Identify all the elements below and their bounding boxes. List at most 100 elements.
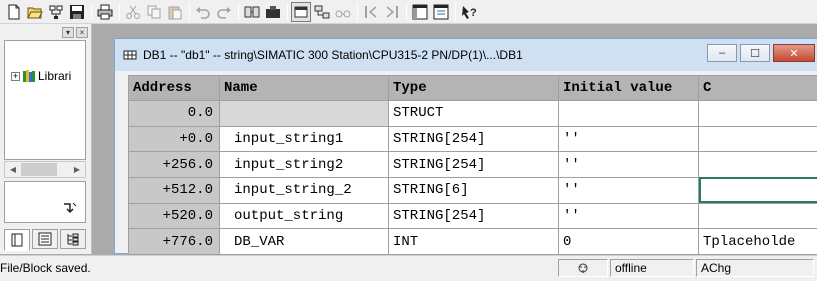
table-row[interactable]: +256.0 input_string2 STRING[254] '' — [128, 151, 817, 178]
comment-cell[interactable] — [698, 100, 817, 127]
column-header-address[interactable]: Address — [128, 75, 220, 101]
column-header-name[interactable]: Name — [219, 75, 389, 101]
initial-value-cell[interactable]: '' — [558, 125, 699, 153]
maximize-button[interactable]: ☐ — [740, 44, 770, 62]
panel-dropdown-icon[interactable]: ▾ — [62, 26, 74, 38]
type-cell[interactable]: STRING[6] — [388, 176, 559, 204]
paste-icon[interactable] — [165, 2, 185, 22]
plug-icon — [578, 263, 588, 273]
initial-value-cell[interactable]: '' — [558, 202, 699, 230]
comment-cell[interactable] — [698, 125, 817, 153]
toolbar-separator — [189, 2, 190, 21]
db-editor-window: DB1 -- "db1" -- string\SIMATIC 300 Stati… — [114, 38, 817, 255]
tree-item-label: Librari — [38, 69, 72, 83]
previous-error-icon[interactable] — [361, 2, 381, 22]
library-panel-controls: ▾ × — [4, 26, 88, 38]
table-row[interactable]: +512.0 input_string_2 STRING[6] '' — [128, 176, 817, 204]
tab-tree[interactable] — [60, 229, 86, 249]
horizontal-scrollbar[interactable]: ◀ ▶ — [4, 161, 86, 178]
comment-cell[interactable]: Tplaceholde — [698, 228, 817, 255]
library-panel: ▾ × + Librari ◀ ▶ — [0, 24, 92, 254]
scroll-left-icon[interactable]: ◀ — [5, 162, 21, 177]
initial-value-cell[interactable]: '' — [558, 151, 699, 178]
name-cell[interactable]: input_string_2 — [219, 176, 389, 204]
toolbar: ? — [0, 0, 817, 24]
status-mode: offline — [610, 259, 694, 277]
type-cell[interactable]: STRING[254] — [388, 125, 559, 153]
network-icon[interactable] — [312, 2, 332, 22]
type-cell[interactable]: STRUCT — [388, 100, 559, 127]
toolbar-separator — [455, 2, 456, 21]
open-folder-icon[interactable] — [25, 2, 45, 22]
tab-library[interactable] — [4, 229, 30, 251]
address-cell: +0.0 — [128, 125, 220, 153]
initial-value-cell[interactable]: 0 — [558, 228, 699, 255]
details-icon[interactable] — [431, 2, 451, 22]
list-icon — [38, 232, 52, 246]
insert-icon[interactable] — [60, 200, 80, 216]
next-error-icon[interactable] — [382, 2, 402, 22]
comment-cell[interactable] — [698, 151, 817, 178]
library-tabs — [4, 229, 88, 251]
toolbar-separator — [406, 2, 407, 21]
scroll-right-icon[interactable]: ▶ — [69, 162, 85, 177]
window-icon[interactable] — [291, 1, 311, 22]
svg-text:?: ? — [470, 7, 477, 19]
name-cell[interactable]: input_string2 — [219, 151, 389, 178]
library-tree[interactable]: + Librari — [4, 40, 86, 160]
cut-icon[interactable] — [123, 2, 143, 22]
table-row[interactable]: +520.0 output_string STRING[254] '' — [128, 202, 817, 230]
expand-icon[interactable]: + — [11, 71, 20, 81]
column-header-type[interactable]: Type — [388, 75, 559, 101]
network-open-icon[interactable] — [46, 2, 66, 22]
column-header-comment[interactable]: C — [698, 75, 817, 101]
scroll-thumb[interactable] — [21, 163, 57, 176]
name-cell[interactable]: DB_VAR — [219, 228, 389, 255]
new-file-icon[interactable] — [4, 2, 24, 22]
name-cell[interactable]: input_string1 — [219, 125, 389, 153]
book-icon — [11, 233, 23, 247]
initial-value-cell[interactable] — [558, 100, 699, 127]
window-controls: – ☐ ✕ — [707, 44, 815, 62]
copy-icon[interactable] — [144, 2, 164, 22]
name-cell[interactable]: output_string — [219, 202, 389, 230]
download-icon[interactable] — [242, 2, 262, 22]
status-bar: File/Block saved. offline AChg — [0, 255, 817, 281]
minimize-button[interactable]: – — [707, 44, 737, 62]
print-icon[interactable] — [95, 2, 115, 22]
db-window-titlebar[interactable]: DB1 -- "db1" -- string\SIMATIC 300 Stati… — [115, 39, 817, 71]
table-row[interactable]: +776.0 DB_VAR INT 0 Tplaceholde — [128, 228, 817, 255]
library-books-icon — [23, 70, 35, 82]
data-block-table: Address Name Type Initial value C 0.0 ST… — [128, 75, 817, 255]
tab-list[interactable] — [32, 229, 58, 249]
toolbar-separator — [119, 2, 120, 21]
help-icon[interactable]: ? — [459, 2, 479, 22]
address-cell: +776.0 — [128, 228, 220, 255]
close-button[interactable]: ✕ — [773, 44, 815, 62]
glasses-icon[interactable] — [333, 2, 353, 22]
data-block-icon — [123, 50, 137, 60]
address-cell: +520.0 — [128, 202, 220, 230]
panel-close-icon[interactable]: × — [76, 26, 88, 38]
initial-value-cell[interactable]: '' — [558, 176, 699, 204]
type-cell[interactable]: INT — [388, 228, 559, 255]
comment-cell-editing[interactable] — [698, 176, 817, 204]
tree-item-libraries[interactable]: + Librari — [11, 69, 71, 83]
overview-icon[interactable] — [410, 2, 430, 22]
toolbar-separator — [357, 2, 358, 21]
status-change-mode: AChg — [696, 259, 814, 277]
table-row[interactable]: +0.0 input_string1 STRING[254] '' — [128, 125, 817, 153]
redo-icon[interactable] — [214, 2, 234, 22]
undo-icon[interactable] — [193, 2, 213, 22]
comment-cell[interactable] — [698, 202, 817, 230]
monitor-icon[interactable] — [263, 2, 283, 22]
name-cell[interactable] — [219, 100, 389, 127]
toolbar-separator — [238, 2, 239, 21]
tree-icon — [67, 233, 79, 246]
type-cell[interactable]: STRING[254] — [388, 202, 559, 230]
column-header-initial-value[interactable]: Initial value — [558, 75, 699, 101]
save-icon[interactable] — [67, 2, 87, 22]
type-cell[interactable]: STRING[254] — [388, 151, 559, 178]
table-row[interactable]: 0.0 STRUCT — [128, 100, 817, 127]
address-cell: +256.0 — [128, 151, 220, 178]
